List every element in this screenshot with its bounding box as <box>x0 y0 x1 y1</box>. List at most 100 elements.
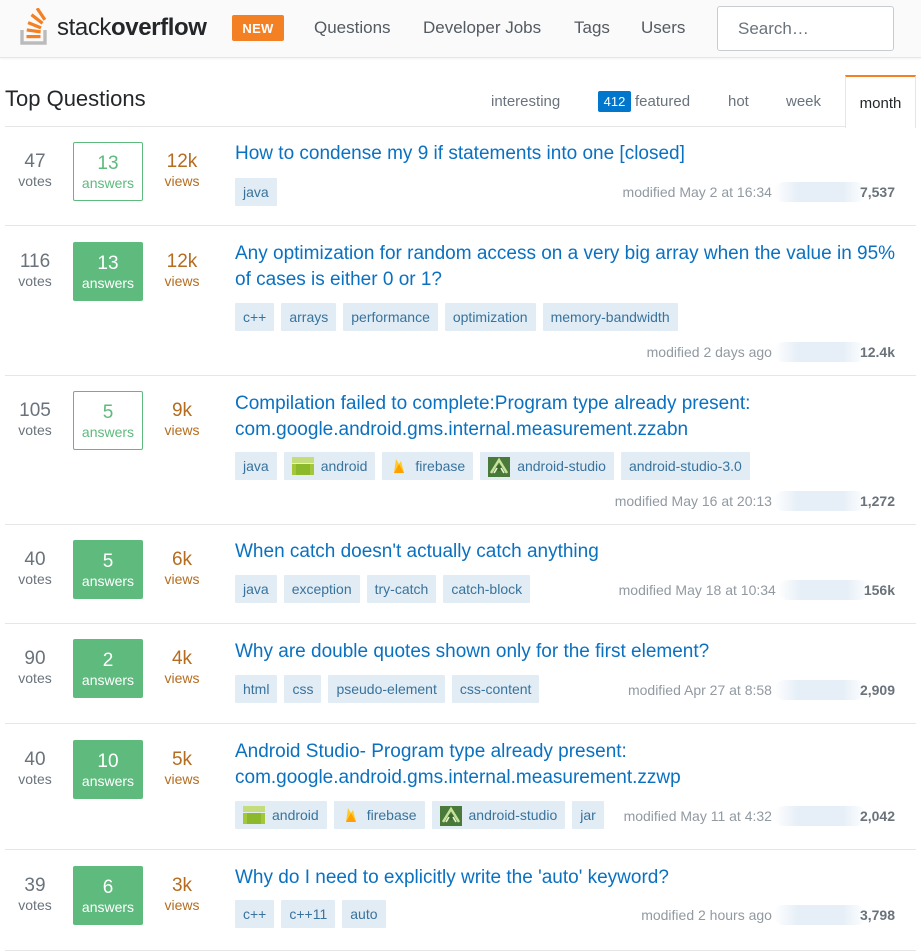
question-title-link[interactable]: Why do I need to explicitly write the 'a… <box>235 865 905 891</box>
tag-try-catch[interactable]: try-catch <box>366 575 437 603</box>
tag-android-studio[interactable]: android-studio <box>431 801 566 829</box>
tab-month[interactable]: month <box>845 75 916 128</box>
vote-number: 90 <box>24 648 46 669</box>
search-input[interactable] <box>718 7 893 50</box>
question-meta: modified Apr 27 at 8:58 2,909 <box>628 680 895 700</box>
view-number: 5k <box>171 749 193 770</box>
tag-cpp[interactable]: c++ <box>235 900 275 928</box>
answer-label: answers <box>81 898 135 915</box>
question-title-link[interactable]: When catch doesn't actually catch anythi… <box>235 539 905 565</box>
nav-tags[interactable]: Tags <box>574 17 610 39</box>
tag-android-studio[interactable]: android-studio <box>480 452 614 480</box>
tab-interesting[interactable]: interesting <box>491 93 560 111</box>
tag-list: java exception try-catch catch-block <box>235 575 531 603</box>
question-row: 47 votes 13 answers 12k views How to con… <box>5 127 916 226</box>
answer-number: 10 <box>97 750 119 772</box>
tag-label: catch-block <box>451 581 523 597</box>
modified-link[interactable]: modified May 16 at 20:13 <box>615 493 772 509</box>
question-title-link[interactable]: Compilation failed to complete:Program t… <box>235 391 905 443</box>
tag-optimization[interactable]: optimization <box>444 303 536 331</box>
tag-memory-bandwidth[interactable]: memory-bandwidth <box>542 303 678 331</box>
tag-label: html <box>243 681 270 697</box>
vote-count: 116 votes <box>5 251 65 289</box>
question-row: 40 votes 10 answers 5k views Android Stu… <box>5 725 916 850</box>
tag-cpp[interactable]: c++ <box>235 303 275 331</box>
view-number: 12k <box>166 251 198 272</box>
tag-list: c++ arrays performance optimization memory-b… <box>235 303 678 331</box>
tag-html[interactable]: html <box>235 675 278 703</box>
tab-hot[interactable]: hot <box>728 93 749 111</box>
site-logo[interactable]: stackoverflow <box>19 8 207 46</box>
question-title-link[interactable]: Android Studio- Program type already pre… <box>235 739 905 791</box>
modified-link[interactable]: modified May 2 at 16:34 <box>623 184 772 200</box>
nav-developer-jobs[interactable]: Developer Jobs <box>423 17 541 39</box>
answer-label: answers <box>81 174 135 191</box>
nav-questions[interactable]: Questions <box>314 17 391 39</box>
modified-link[interactable]: modified May 18 at 10:34 <box>619 582 776 598</box>
tag-label: exception <box>291 581 352 597</box>
modified-link[interactable]: modified Apr 27 at 8:58 <box>628 682 772 698</box>
tag-cpp11[interactable]: c++11 <box>281 900 336 928</box>
user-reputation: 1,272 <box>859 493 895 509</box>
tag-catch-block[interactable]: catch-block <box>443 575 531 603</box>
nav-users[interactable]: Users <box>641 17 685 39</box>
answer-label: answers <box>81 274 135 291</box>
tag-java[interactable]: java <box>235 575 277 603</box>
question-meta: modified May 11 at 4:32 2,042 <box>624 806 895 826</box>
user-reputation: 2,042 <box>859 808 895 824</box>
question-title-link[interactable]: How to condense my 9 if statements into … <box>235 141 905 167</box>
tag-android-studio-3-0[interactable]: android-studio-3.0 <box>620 452 750 480</box>
user-name-redacted <box>773 680 866 700</box>
view-number: 4k <box>171 648 193 669</box>
tag-css-content[interactable]: css-content <box>451 675 540 703</box>
modified-link[interactable]: modified May 11 at 4:32 <box>624 808 772 824</box>
view-count: 3k views <box>152 875 212 913</box>
answer-number: 5 <box>102 550 114 572</box>
vote-number: 47 <box>24 151 46 172</box>
user-name-redacted <box>773 182 866 202</box>
tag-label: android <box>320 458 368 474</box>
answer-label: answers <box>81 772 135 789</box>
user-reputation: 3,798 <box>859 907 895 923</box>
modified-link[interactable]: modified 2 days ago <box>647 344 772 360</box>
tag-pseudo-element[interactable]: pseudo-element <box>328 675 445 703</box>
search-box[interactable] <box>717 6 894 51</box>
tag-auto[interactable]: auto <box>342 900 386 928</box>
vote-count: 40 votes <box>5 549 65 587</box>
view-count: 6k views <box>152 549 212 587</box>
tag-css[interactable]: css <box>284 675 322 703</box>
tag-firebase[interactable]: firebase <box>333 801 425 829</box>
tag-java[interactable]: java <box>235 178 277 206</box>
question-title-link[interactable]: Any optimization for random access on a … <box>235 241 905 293</box>
question-meta: modified May 2 at 16:34 7,537 <box>623 182 895 202</box>
tag-jar[interactable]: jar <box>572 801 604 829</box>
tab-week[interactable]: week <box>786 93 821 111</box>
vote-number: 116 <box>19 251 51 272</box>
tag-performance[interactable]: performance <box>343 303 438 331</box>
tag-java[interactable]: java <box>235 452 277 480</box>
view-count: 12k views <box>152 251 212 289</box>
tag-exception[interactable]: exception <box>283 575 360 603</box>
user-name-redacted <box>773 806 866 826</box>
page-title: Top Questions <box>5 86 146 111</box>
tag-android[interactable]: android <box>283 452 376 480</box>
question-title-link[interactable]: Why are double quotes shown only for the… <box>235 639 905 665</box>
modified-link[interactable]: modified 2 hours ago <box>641 907 772 923</box>
tag-arrays[interactable]: arrays <box>281 303 337 331</box>
answer-label: answers <box>81 572 135 589</box>
tag-label: optimization <box>452 309 528 325</box>
tag-label: firebase <box>366 807 417 823</box>
tag-firebase[interactable]: firebase <box>382 452 474 480</box>
vote-count: 47 votes <box>5 151 65 189</box>
question-row: 40 votes 5 answers 6k views When catch d… <box>5 526 916 624</box>
tab-featured[interactable]: featured <box>635 93 690 111</box>
featured-count-badge[interactable]: 412 <box>598 91 631 112</box>
new-badge[interactable]: NEW <box>232 15 284 41</box>
tag-label: firebase <box>415 458 466 474</box>
user-reputation: 12.4k <box>859 344 895 360</box>
answer-number: 2 <box>102 649 114 671</box>
view-count: 4k views <box>152 648 212 686</box>
tag-android[interactable]: android <box>235 801 327 829</box>
view-number: 12k <box>166 151 198 172</box>
top-bar: stackoverflow NEW Questions Developer Jo… <box>0 0 921 58</box>
